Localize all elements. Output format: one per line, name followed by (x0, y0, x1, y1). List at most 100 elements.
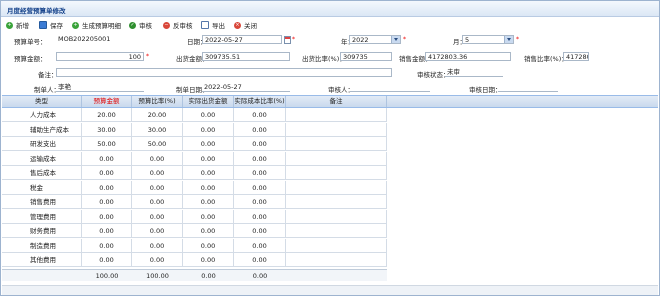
header-actual-shipment[interactable]: 实际出货金额 (183, 96, 234, 107)
month-select[interactable]: 5 (462, 35, 514, 44)
header-type[interactable]: 类型 (2, 96, 82, 107)
chevron-down-icon[interactable] (504, 36, 513, 43)
table-cell[interactable]: 0.00 (234, 209, 286, 224)
table-cell[interactable]: 0.00 (183, 151, 234, 166)
table-cell[interactable]: 0.00 (183, 224, 234, 238)
table-cell[interactable]: 0.00 (183, 180, 234, 195)
table-cell[interactable]: 0.00 (234, 224, 286, 238)
table-cell[interactable] (286, 137, 387, 151)
budget-edit-window: 月度经营预算单修改 + 新增 保存 + 生成预算明细 ✓ 审核 − 反审核 导出… (0, 0, 660, 296)
sales-ratio-field[interactable]: 417280 (563, 52, 589, 61)
table-cell[interactable] (286, 209, 387, 224)
header-budget-amount[interactable]: 预算金额 (82, 96, 132, 107)
generate-detail-button[interactable]: + 生成预算明细 (72, 20, 121, 30)
table-cell[interactable]: 50.00 (132, 137, 183, 151)
table-cell[interactable]: 0.00 (234, 151, 286, 166)
table-cell[interactable]: 0.00 (132, 238, 183, 253)
table-cell[interactable]: 0.00 (183, 108, 234, 122)
table-cell[interactable]: 20.00 (132, 108, 183, 122)
total-cell (2, 268, 82, 281)
year-select[interactable]: 2022 (349, 35, 401, 44)
table-cell[interactable]: 售后成本 (2, 166, 82, 180)
table-cell[interactable]: 其他费用 (2, 253, 82, 267)
table-cell[interactable]: 财务费用 (2, 224, 82, 238)
table-cell[interactable] (286, 180, 387, 195)
table-cell[interactable]: 0.00 (183, 238, 234, 253)
table-cell[interactable]: 0.00 (183, 195, 234, 209)
budget-amount-field[interactable]: 100 (56, 52, 144, 61)
table-cell[interactable] (286, 224, 387, 238)
table-cell[interactable]: 0.00 (82, 195, 132, 209)
table-cell[interactable]: 0.00 (82, 151, 132, 166)
table-cell[interactable]: 0.00 (132, 166, 183, 180)
table-cell[interactable]: 人力成本 (2, 108, 82, 122)
table-cell[interactable]: 30.00 (82, 122, 132, 137)
table-cell[interactable] (286, 166, 387, 180)
export-button[interactable]: 导出 (201, 20, 225, 30)
audit-button[interactable]: ✓ 审核 (129, 20, 152, 30)
shipment-amount-field[interactable]: 309735.51 (202, 52, 290, 61)
calendar-icon[interactable] (284, 36, 291, 44)
table-cell[interactable]: 20.00 (82, 108, 132, 122)
table-cell[interactable]: 0.00 (234, 137, 286, 151)
table-cell[interactable] (286, 253, 387, 267)
table-cell[interactable] (286, 151, 387, 166)
horizontal-scrollbar[interactable] (2, 285, 658, 295)
table-cell[interactable]: 0.00 (234, 166, 286, 180)
table-cell[interactable]: 0.00 (132, 195, 183, 209)
table-cell[interactable]: 制造费用 (2, 238, 82, 253)
table-cell[interactable] (286, 108, 387, 122)
table-cell[interactable]: 0.00 (82, 253, 132, 267)
table-cell[interactable]: 0.00 (234, 195, 286, 209)
new-button[interactable]: + 新增 (6, 20, 29, 30)
unaudit-button[interactable]: − 反审核 (163, 20, 193, 30)
month-value: 5 (465, 36, 470, 44)
table-cell[interactable]: 0.00 (183, 166, 234, 180)
table-cell[interactable]: 0.00 (234, 108, 286, 122)
header-actual-cost-ratio[interactable]: 实际成本比率(%) (234, 96, 286, 107)
table-cell[interactable]: 0.00 (234, 122, 286, 137)
header-remark[interactable]: 备注 (286, 96, 387, 107)
table-cell[interactable]: 0.00 (82, 166, 132, 180)
table-cell[interactable]: 30.00 (132, 122, 183, 137)
sales-amount-field[interactable]: 4172803.36 (425, 52, 511, 61)
budget-detail-grid: 类型 预算金额 预算比率(%) 实际出货金额 实际成本比率(%) 备注 人力成本… (2, 95, 658, 296)
table-cell[interactable]: 辅助生产成本 (2, 122, 82, 137)
close-button[interactable]: × 关闭 (234, 20, 257, 30)
table-cell[interactable]: 管理费用 (2, 209, 82, 224)
table-cell[interactable]: 0.00 (132, 151, 183, 166)
table-cell[interactable]: 0.00 (234, 253, 286, 267)
save-button[interactable]: 保存 (39, 20, 63, 30)
date-field[interactable]: 2022-05-27 (202, 35, 282, 44)
table-cell[interactable]: 0.00 (82, 209, 132, 224)
table-cell[interactable]: 销售费用 (2, 195, 82, 209)
remark-field[interactable] (56, 68, 392, 77)
audit-date-field (498, 83, 558, 92)
table-cell[interactable]: 0.00 (82, 180, 132, 195)
table-cell[interactable]: 0.00 (183, 209, 234, 224)
chevron-down-icon[interactable] (391, 36, 400, 43)
table-cell[interactable]: 50.00 (82, 137, 132, 151)
table-cell[interactable]: 运输成本 (2, 151, 82, 166)
required-mark: * (403, 36, 406, 43)
table-cell[interactable]: 0.00 (132, 224, 183, 238)
required-mark: * (516, 36, 519, 43)
table-cell[interactable]: 0.00 (132, 253, 183, 267)
table-cell[interactable]: 0.00 (183, 122, 234, 137)
export-button-label: 导出 (212, 22, 225, 30)
table-cell[interactable] (286, 195, 387, 209)
table-cell[interactable]: 0.00 (132, 180, 183, 195)
header-budget-ratio[interactable]: 预算比率(%) (132, 96, 183, 107)
table-cell[interactable]: 0.00 (82, 224, 132, 238)
table-cell[interactable]: 0.00 (234, 180, 286, 195)
table-cell[interactable]: 0.00 (183, 137, 234, 151)
table-cell[interactable] (286, 238, 387, 253)
table-cell[interactable]: 研发支出 (2, 137, 82, 151)
table-cell[interactable]: 0.00 (82, 238, 132, 253)
shipment-ratio-field[interactable]: 309735 (340, 52, 392, 61)
table-cell[interactable]: 0.00 (132, 209, 183, 224)
table-cell[interactable]: 税金 (2, 180, 82, 195)
table-cell[interactable]: 0.00 (183, 253, 234, 267)
table-cell[interactable]: 0.00 (234, 238, 286, 253)
table-cell[interactable] (286, 122, 387, 137)
